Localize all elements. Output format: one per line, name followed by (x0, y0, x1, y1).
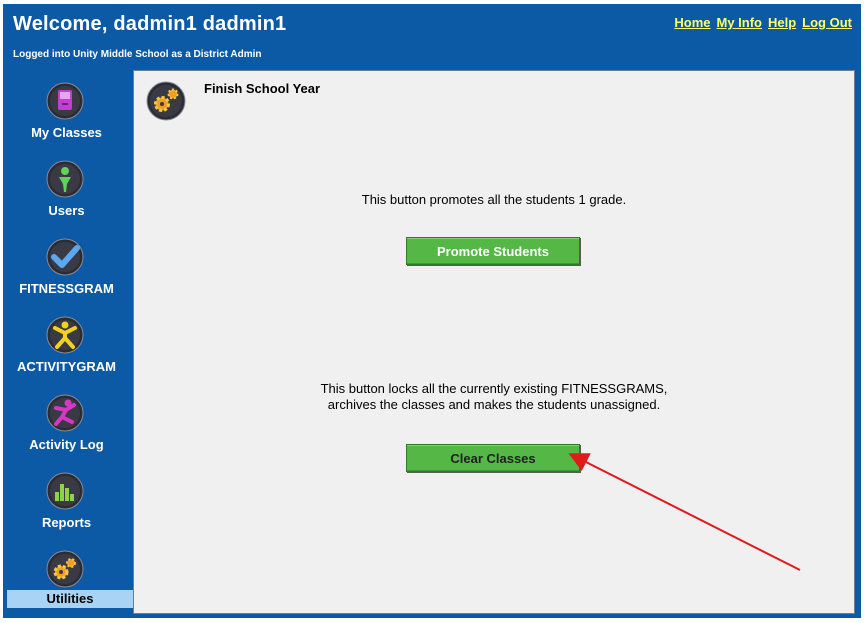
sidebar-item-label: Reports (41, 515, 92, 530)
users-icon (46, 160, 84, 198)
sidebar-item-label: Utilities (46, 591, 94, 606)
sidebar-item-reports[interactable]: Reports (3, 466, 130, 544)
login-status: Logged into Unity Middle School as a Dis… (13, 49, 262, 60)
clear-description-line-1: This button locks all the currently exis… (320, 381, 668, 396)
sidebar-item-label: Activity Log (29, 437, 104, 452)
app-frame: Welcome, dadmin1 dadmin1 Logged into Uni… (3, 4, 861, 618)
help-link[interactable]: Help (768, 15, 796, 30)
sidebar-item-label: My Classes (31, 125, 102, 140)
sidebar-item-utilities-label[interactable]: Utilities (7, 590, 133, 608)
utilities-icon (46, 550, 84, 588)
activitygram-icon (46, 316, 84, 354)
top-nav: Home My Info Help Log Out (674, 15, 852, 30)
welcome-title: Welcome, dadmin1 dadmin1 (13, 13, 287, 35)
clear-classes-button[interactable]: Clear Classes (406, 444, 580, 472)
main-panel: Finish School Year This button promotes … (133, 70, 855, 614)
sidebar-item-label: FITNESSGRAM (19, 281, 114, 296)
sidebar-item-my-classes[interactable]: My Classes (3, 76, 130, 154)
sidebar-item-utilities[interactable] (3, 544, 130, 622)
page-title: Finish School Year (204, 81, 321, 96)
promote-students-button[interactable]: Promote Students (406, 237, 580, 265)
promote-description: This button promotes all the students 1 … (361, 192, 627, 207)
sidebar-item-activity-log[interactable]: Activity Log (3, 388, 130, 466)
sidebar: My Classes Users FITNESSGRAM ACTIVITYGRA… (3, 76, 130, 612)
sidebar-item-fitnessgram[interactable]: FITNESSGRAM (3, 232, 130, 310)
fitnessgram-icon (46, 238, 84, 276)
sidebar-item-label: Users (48, 203, 85, 218)
my-classes-icon (46, 82, 84, 120)
clear-description-line-2: archives the classes and makes the stude… (327, 397, 661, 412)
sidebar-item-users[interactable]: Users (3, 154, 130, 232)
log-out-link[interactable]: Log Out (802, 15, 852, 30)
home-link[interactable]: Home (674, 15, 710, 30)
sidebar-item-label: ACTIVITYGRAM (17, 359, 116, 374)
utilities-icon (146, 81, 186, 121)
sidebar-item-activitygram[interactable]: ACTIVITYGRAM (3, 310, 130, 388)
reports-icon (46, 472, 84, 510)
my-info-link[interactable]: My Info (717, 15, 763, 30)
activity-log-icon (46, 394, 84, 432)
